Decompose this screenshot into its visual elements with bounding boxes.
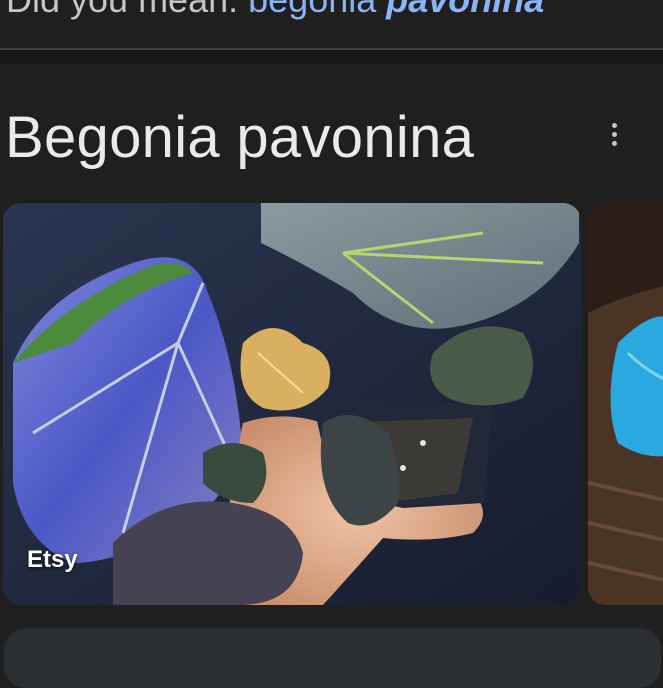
next-card[interactable] [4, 628, 661, 688]
page-title: Begonia pavonina [5, 105, 475, 170]
more-vert-icon[interactable] [598, 114, 630, 154]
did-you-mean-prefix: Did you mean: [6, 0, 248, 20]
image-source-label: Etsy [27, 546, 78, 573]
image-tile-begonia[interactable]: Etsy [3, 203, 581, 605]
did-you-mean-bar: Did you mean: begonia pavonina [0, 0, 663, 48]
did-you-mean-text: Did you mean: begonia pavonina [6, 0, 544, 22]
plant-photo [3, 203, 581, 605]
section-gap [0, 50, 663, 64]
plant-photo-2 [588, 203, 663, 605]
did-you-mean-link[interactable]: begonia pavonina [248, 0, 544, 20]
image-tile-2[interactable] [588, 203, 663, 605]
